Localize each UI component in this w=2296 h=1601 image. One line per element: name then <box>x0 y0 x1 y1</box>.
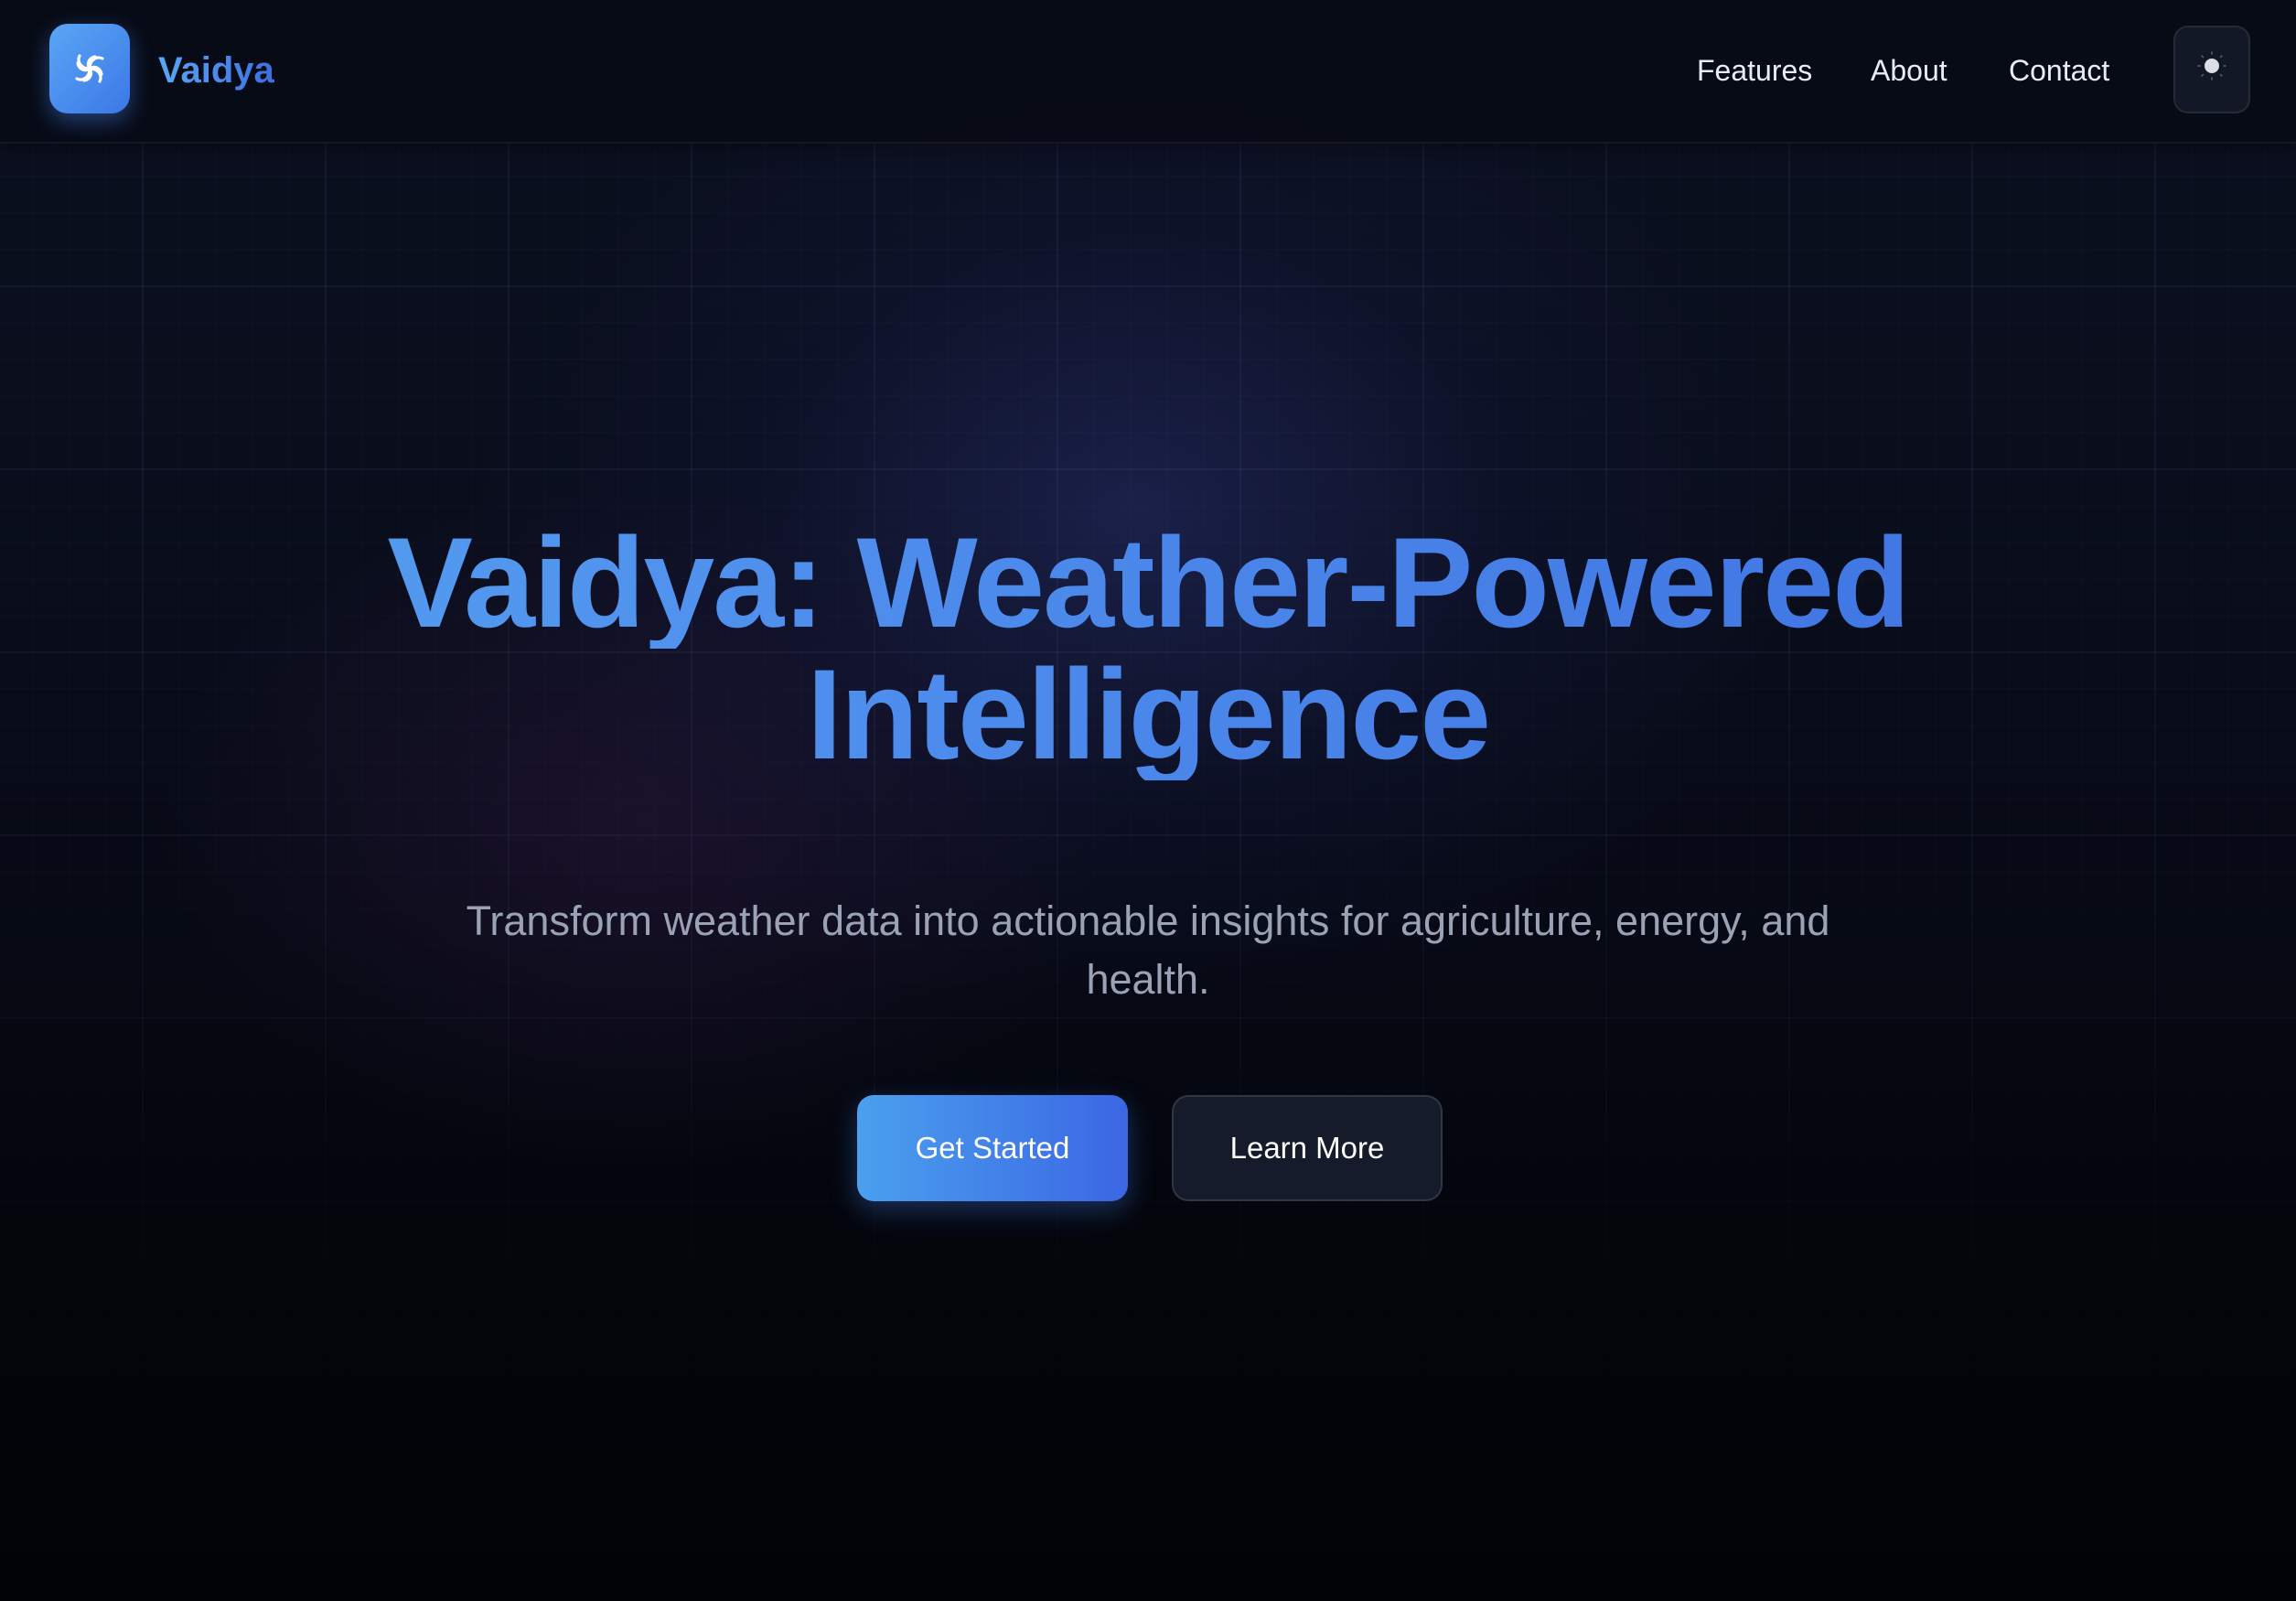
brand-name[interactable]: Vaidya <box>158 46 274 95</box>
learn-more-button[interactable]: Learn More <box>1172 1095 1443 1201</box>
sun-icon <box>2197 51 2226 81</box>
logo[interactable] <box>49 24 130 113</box>
nav-link-about[interactable]: About <box>1871 48 1947 93</box>
learn-more-label: Learn More <box>1229 1131 1385 1165</box>
get-started-label: Get Started <box>915 1131 1070 1165</box>
theme-toggle-button[interactable] <box>2173 26 2250 113</box>
hero-title-line-1: Vaidya: Weather-Powered <box>0 517 2296 649</box>
get-started-button[interactable]: Get Started <box>857 1095 1128 1201</box>
hero-title-line-2: Intelligence <box>0 649 2296 780</box>
hero-subtitle: Transform weather data into actionable i… <box>466 897 1830 1003</box>
navbar: Vaidya Features About Contact <box>0 0 2296 144</box>
page: Vaidya Features About Contact Vaidya: We… <box>0 0 2296 1601</box>
nav-link-features[interactable]: Features <box>1697 48 1812 93</box>
hero-title: Vaidya: Weather-Powered Intelligence <box>0 517 2296 780</box>
background-grid <box>0 144 2296 1601</box>
swirl-wind-icon <box>75 54 104 83</box>
nav-link-contact[interactable]: Contact <box>2009 48 2109 93</box>
